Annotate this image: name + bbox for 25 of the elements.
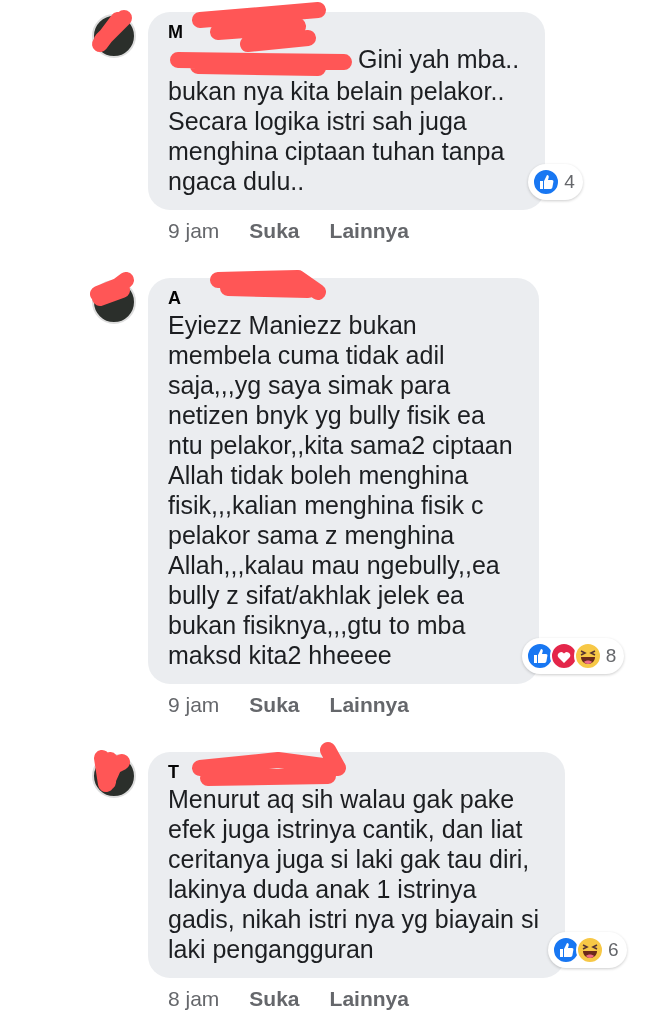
comment-text: Menurut aq sih walau gak pake efek juga istrinya cantik, dan liat ceritanya juga si laki gak tau diri, lakinya duda anak 1 istrinya gadis, nikah istri nya yg biayain si laki pengangguran — [168, 784, 540, 965]
reaction-summary[interactable]: 6 — [548, 932, 627, 969]
laughing-face-icon — [576, 936, 605, 965]
laughing-face-icon — [573, 642, 602, 671]
comment-time: 9 jam — [168, 218, 220, 245]
author-name[interactable]: M — [168, 20, 520, 44]
reaction-count: 8 — [605, 644, 617, 669]
more-link[interactable]: Lainnya — [329, 218, 409, 245]
reaction-count: 4 — [564, 170, 575, 195]
author-name[interactable]: A — [168, 286, 513, 311]
comment-text: Gini yah mba.. bukan nya kita belain pelakor.. Secara logika istri sah juga menghina ciptaan tuhan tanpa ngaca dulu.. — [168, 44, 520, 197]
reaction-summary[interactable]: 4 — [528, 164, 583, 201]
like-link[interactable]: Suka — [249, 986, 300, 1013]
thumbs-up-icon — [525, 642, 554, 671]
more-link[interactable]: Lainnya — [329, 986, 409, 1013]
thumbs-up-icon — [532, 168, 561, 197]
reaction-count: 6 — [608, 938, 619, 963]
author-name[interactable]: T — [168, 760, 540, 785]
like-link[interactable]: Suka — [249, 692, 300, 719]
reaction-summary[interactable]: 8 — [521, 638, 625, 675]
comment-time: 9 jam — [168, 692, 220, 719]
comment-text: Eyiezz Maniezz bukan membela cuma tidak adil saja,,,yg saya simak para netizen bnyk yg bully fisik ea ntu pelakor,,kita sama2 ciptaan Allah tidak boleh menghina fisik,,,kalian menghina fisik c pelakor sama z menghina Allah,,,kalau mau ngebully,,ea bully z sifat/akhlak jelek ea bukan fisiknya,,,gtu to mba maksd kita2 hheeee — [168, 310, 513, 671]
comment-time: 8 jam — [168, 986, 220, 1013]
like-link[interactable]: Suka — [249, 218, 300, 245]
more-link[interactable]: Lainnya — [329, 692, 409, 719]
